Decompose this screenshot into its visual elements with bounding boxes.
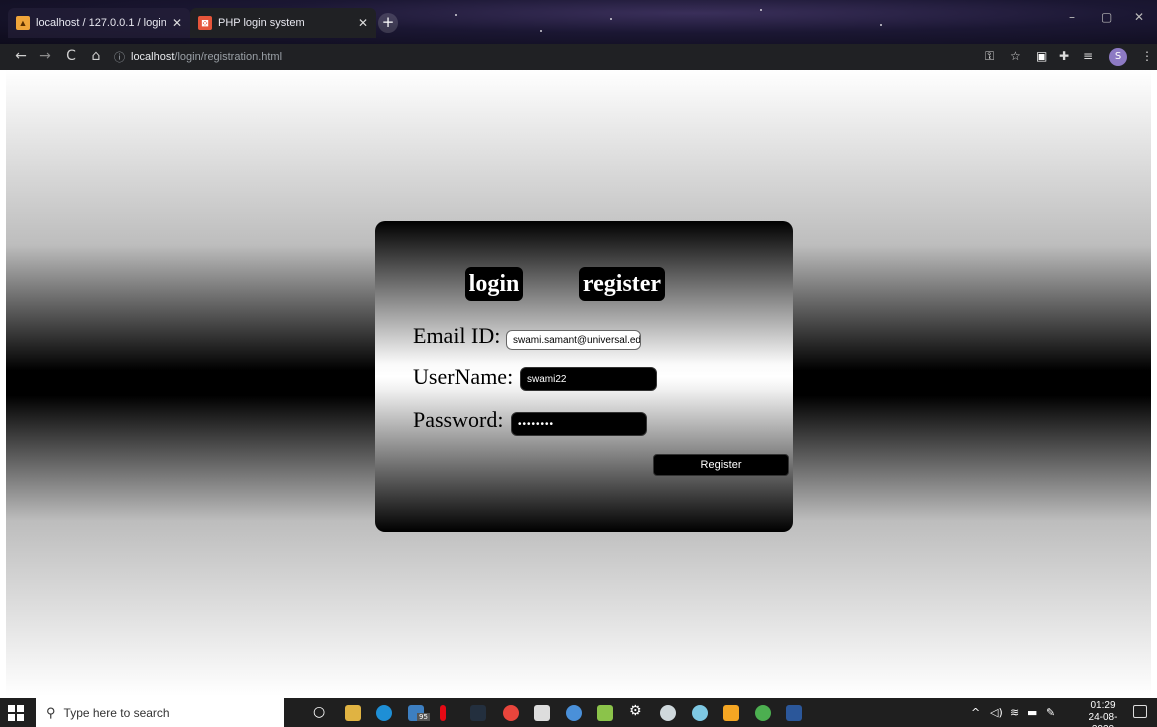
address-bar[interactable]: ⓘ localhost/login/registration.html <box>114 47 969 67</box>
maximize-icon[interactable]: ▢ <box>1101 10 1112 24</box>
clock-date: 24-08-2020 <box>1088 712 1118 727</box>
browser-toolbar: ← → C ⌂ ⓘ localhost/login/registration.h… <box>0 44 1157 70</box>
steam-icon[interactable] <box>566 705 582 721</box>
word-icon[interactable] <box>786 705 802 721</box>
key-icon[interactable]: ⚿ <box>985 49 994 64</box>
background-star <box>540 30 542 32</box>
shield-icon[interactable] <box>660 705 676 721</box>
notes-icon[interactable] <box>597 705 613 721</box>
bookmark-star-icon[interactable]: ☆ <box>1010 49 1021 63</box>
notification-icon[interactable] <box>1133 705 1147 718</box>
profile-avatar[interactable]: S <box>1109 48 1127 66</box>
new-tab-button[interactable]: + <box>378 13 398 33</box>
registration-form-card: login register Email ID: swami.samant@un… <box>375 221 793 532</box>
system-clock[interactable]: 01:29 24-08-2020 <box>1082 700 1124 727</box>
forward-icon[interactable]: → <box>34 48 56 64</box>
background-star <box>880 24 882 26</box>
tab-title: localhost / 127.0.0.1 / login page <box>36 17 166 29</box>
url-host: localhost <box>131 51 175 63</box>
file-explorer-icon[interactable] <box>345 705 361 721</box>
username-label: UserName: <box>413 364 514 389</box>
chrome-icon[interactable] <box>503 705 519 721</box>
phpmyadmin-icon: ▲ <box>16 16 30 30</box>
tab-php-login[interactable]: ⊠ PHP login system ✕ <box>190 8 376 38</box>
reading-list-icon[interactable]: ≡ <box>1083 49 1093 63</box>
app-icon[interactable] <box>755 705 771 721</box>
email-label: Email ID: <box>413 323 501 348</box>
pocket-icon[interactable]: ▣ <box>1036 49 1047 63</box>
windows-start-icon[interactable] <box>8 705 24 721</box>
close-icon[interactable]: ✕ <box>358 16 368 30</box>
browser-tab-strip: ▲ localhost / 127.0.0.1 / login page ✕ ⊠… <box>0 0 1157 44</box>
app-icon[interactable] <box>692 705 708 721</box>
close-icon[interactable]: ✕ <box>172 16 182 30</box>
password-label: Password: <box>413 407 504 432</box>
clock-time: 01:29 <box>1090 700 1116 711</box>
cortana-icon[interactable]: ○ <box>313 704 325 720</box>
background-star <box>760 9 762 11</box>
tab-title: PHP login system <box>218 17 305 29</box>
extensions-icon[interactable]: ✚ <box>1059 49 1069 63</box>
pen-icon[interactable]: ✎ <box>1046 706 1055 719</box>
minimize-icon[interactable]: – <box>1069 10 1075 24</box>
page-viewport: login register Email ID: swami.samant@un… <box>6 70 1151 696</box>
store-icon[interactable] <box>534 705 550 721</box>
search-icon: ⚲ <box>46 704 56 720</box>
battery-icon[interactable]: ▬ <box>1027 706 1037 719</box>
close-window-icon[interactable]: ✕ <box>1134 10 1144 24</box>
xampp-icon[interactable] <box>723 705 739 721</box>
mail-badge: 95 <box>417 713 430 721</box>
register-submit-button[interactable]: Register <box>653 454 789 476</box>
settings-gear-icon[interactable]: ⚙ <box>629 703 642 719</box>
volume-icon[interactable]: ◁) <box>990 706 1003 719</box>
background-star <box>455 14 457 16</box>
email-field[interactable]: swami.samant@universal.edu <box>506 330 641 350</box>
menu-icon[interactable]: ⋮ <box>1141 49 1153 63</box>
login-tab-button[interactable]: login <box>465 267 523 301</box>
home-icon[interactable]: ⌂ <box>85 48 107 64</box>
reload-icon[interactable]: C <box>60 48 82 64</box>
username-field[interactable]: swami22 <box>520 367 657 391</box>
background-star <box>610 18 612 20</box>
register-tab-button[interactable]: register <box>579 267 665 301</box>
wifi-icon[interactable]: ≋ <box>1010 706 1019 719</box>
chevron-up-icon[interactable]: ^ <box>971 706 980 719</box>
url-path: /login/registration.html <box>174 51 283 63</box>
page-favicon-icon: ⊠ <box>198 16 212 30</box>
taskbar-search-box[interactable]: ⚲ Type here to search <box>36 698 284 727</box>
windows-taskbar: ⚲ Type here to search ○ 95 ⚙ ^ ◁) ≋ ▬ ✎ … <box>0 698 1157 727</box>
password-field[interactable]: •••••••• <box>511 412 647 436</box>
back-icon[interactable]: ← <box>10 48 32 64</box>
netflix-icon[interactable] <box>440 705 446 721</box>
tab-phpmyadmin[interactable]: ▲ localhost / 127.0.0.1 / login page ✕ <box>8 8 190 38</box>
prime-video-icon[interactable] <box>470 705 486 721</box>
edge-icon[interactable] <box>376 705 392 721</box>
site-info-icon[interactable]: ⓘ <box>114 49 125 65</box>
search-placeholder: Type here to search <box>63 705 170 720</box>
